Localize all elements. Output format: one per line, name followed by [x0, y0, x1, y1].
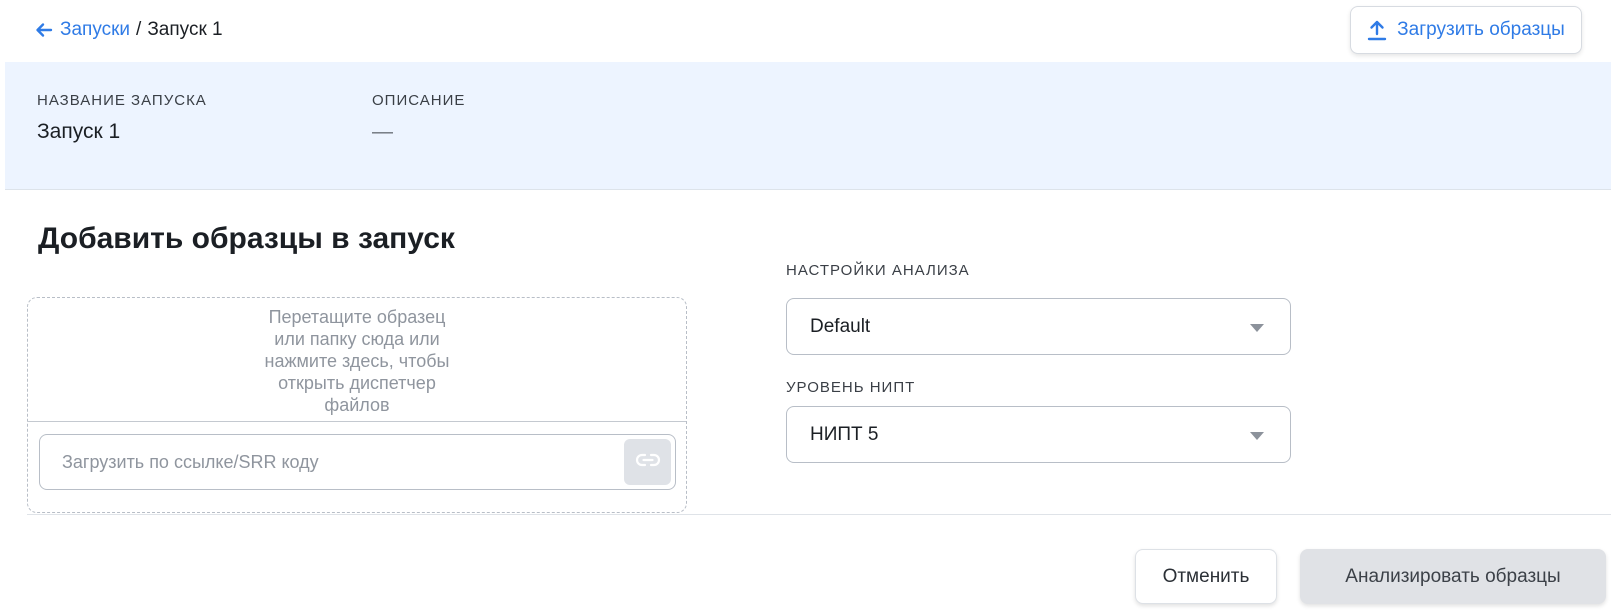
chevron-down-icon: [1250, 432, 1264, 440]
run-info-panel: НАЗВАНИЕ ЗАПУСКА Запуск 1 ОПИСАНИЕ —: [5, 62, 1611, 190]
cancel-button[interactable]: Отменить: [1135, 549, 1277, 604]
description-value: —: [372, 120, 393, 143]
description-label: ОПИСАНИЕ: [372, 92, 466, 109]
breadcrumb-link-runs[interactable]: Запуски: [60, 19, 130, 41]
breadcrumb: Запуски / Запуск 1: [34, 18, 223, 42]
dropzone-instructions: Перетащите образец или папку сюда или на…: [28, 306, 686, 416]
dropzone-divider: [28, 421, 686, 422]
nipt-level-label: УРОВЕНЬ НИПТ: [786, 379, 916, 396]
analysis-settings-value: Default: [810, 316, 871, 337]
breadcrumb-current: Запуск 1: [147, 19, 223, 40]
run-name-value: Запуск 1: [37, 120, 121, 143]
dropzone-line: нажмите здесь, чтобы: [264, 351, 450, 371]
breadcrumb-separator: /: [136, 19, 142, 40]
url-field: [39, 434, 676, 490]
chevron-down-icon: [1250, 324, 1264, 332]
analysis-settings-select[interactable]: Default: [786, 298, 1291, 355]
dropzone-line: открыть диспетчер: [278, 373, 436, 393]
analysis-settings-label: НАСТРОЙКИ АНАЛИЗА: [786, 262, 970, 279]
arrow-left-icon[interactable]: [34, 20, 54, 40]
link-button[interactable]: [624, 439, 671, 485]
url-input[interactable]: [50, 436, 610, 488]
section-title: Добавить образцы в запуск: [38, 222, 455, 255]
link-icon: [635, 452, 661, 473]
dropzone-line: или папку сюда или: [274, 329, 440, 349]
analyze-samples-button[interactable]: Анализировать образцы: [1300, 549, 1606, 604]
dropzone-line: Перетащите образец: [268, 307, 446, 327]
upload-arrow-icon: [1367, 19, 1387, 41]
dropzone-line: файлов: [324, 395, 390, 415]
nipt-level-value: НИПТ 5: [810, 424, 879, 445]
upload-samples-label: Загрузить образцы: [1397, 19, 1565, 40]
file-dropzone[interactable]: Перетащите образец или папку сюда или на…: [27, 297, 687, 513]
upload-samples-button[interactable]: Загрузить образцы: [1350, 6, 1582, 54]
nipt-level-select[interactable]: НИПТ 5: [786, 406, 1291, 463]
run-name-label: НАЗВАНИЕ ЗАПУСКА: [37, 92, 207, 109]
page: Запуски / Запуск 1 Загрузить образцы НАЗ…: [0, 0, 1611, 610]
divider: [27, 514, 1611, 515]
